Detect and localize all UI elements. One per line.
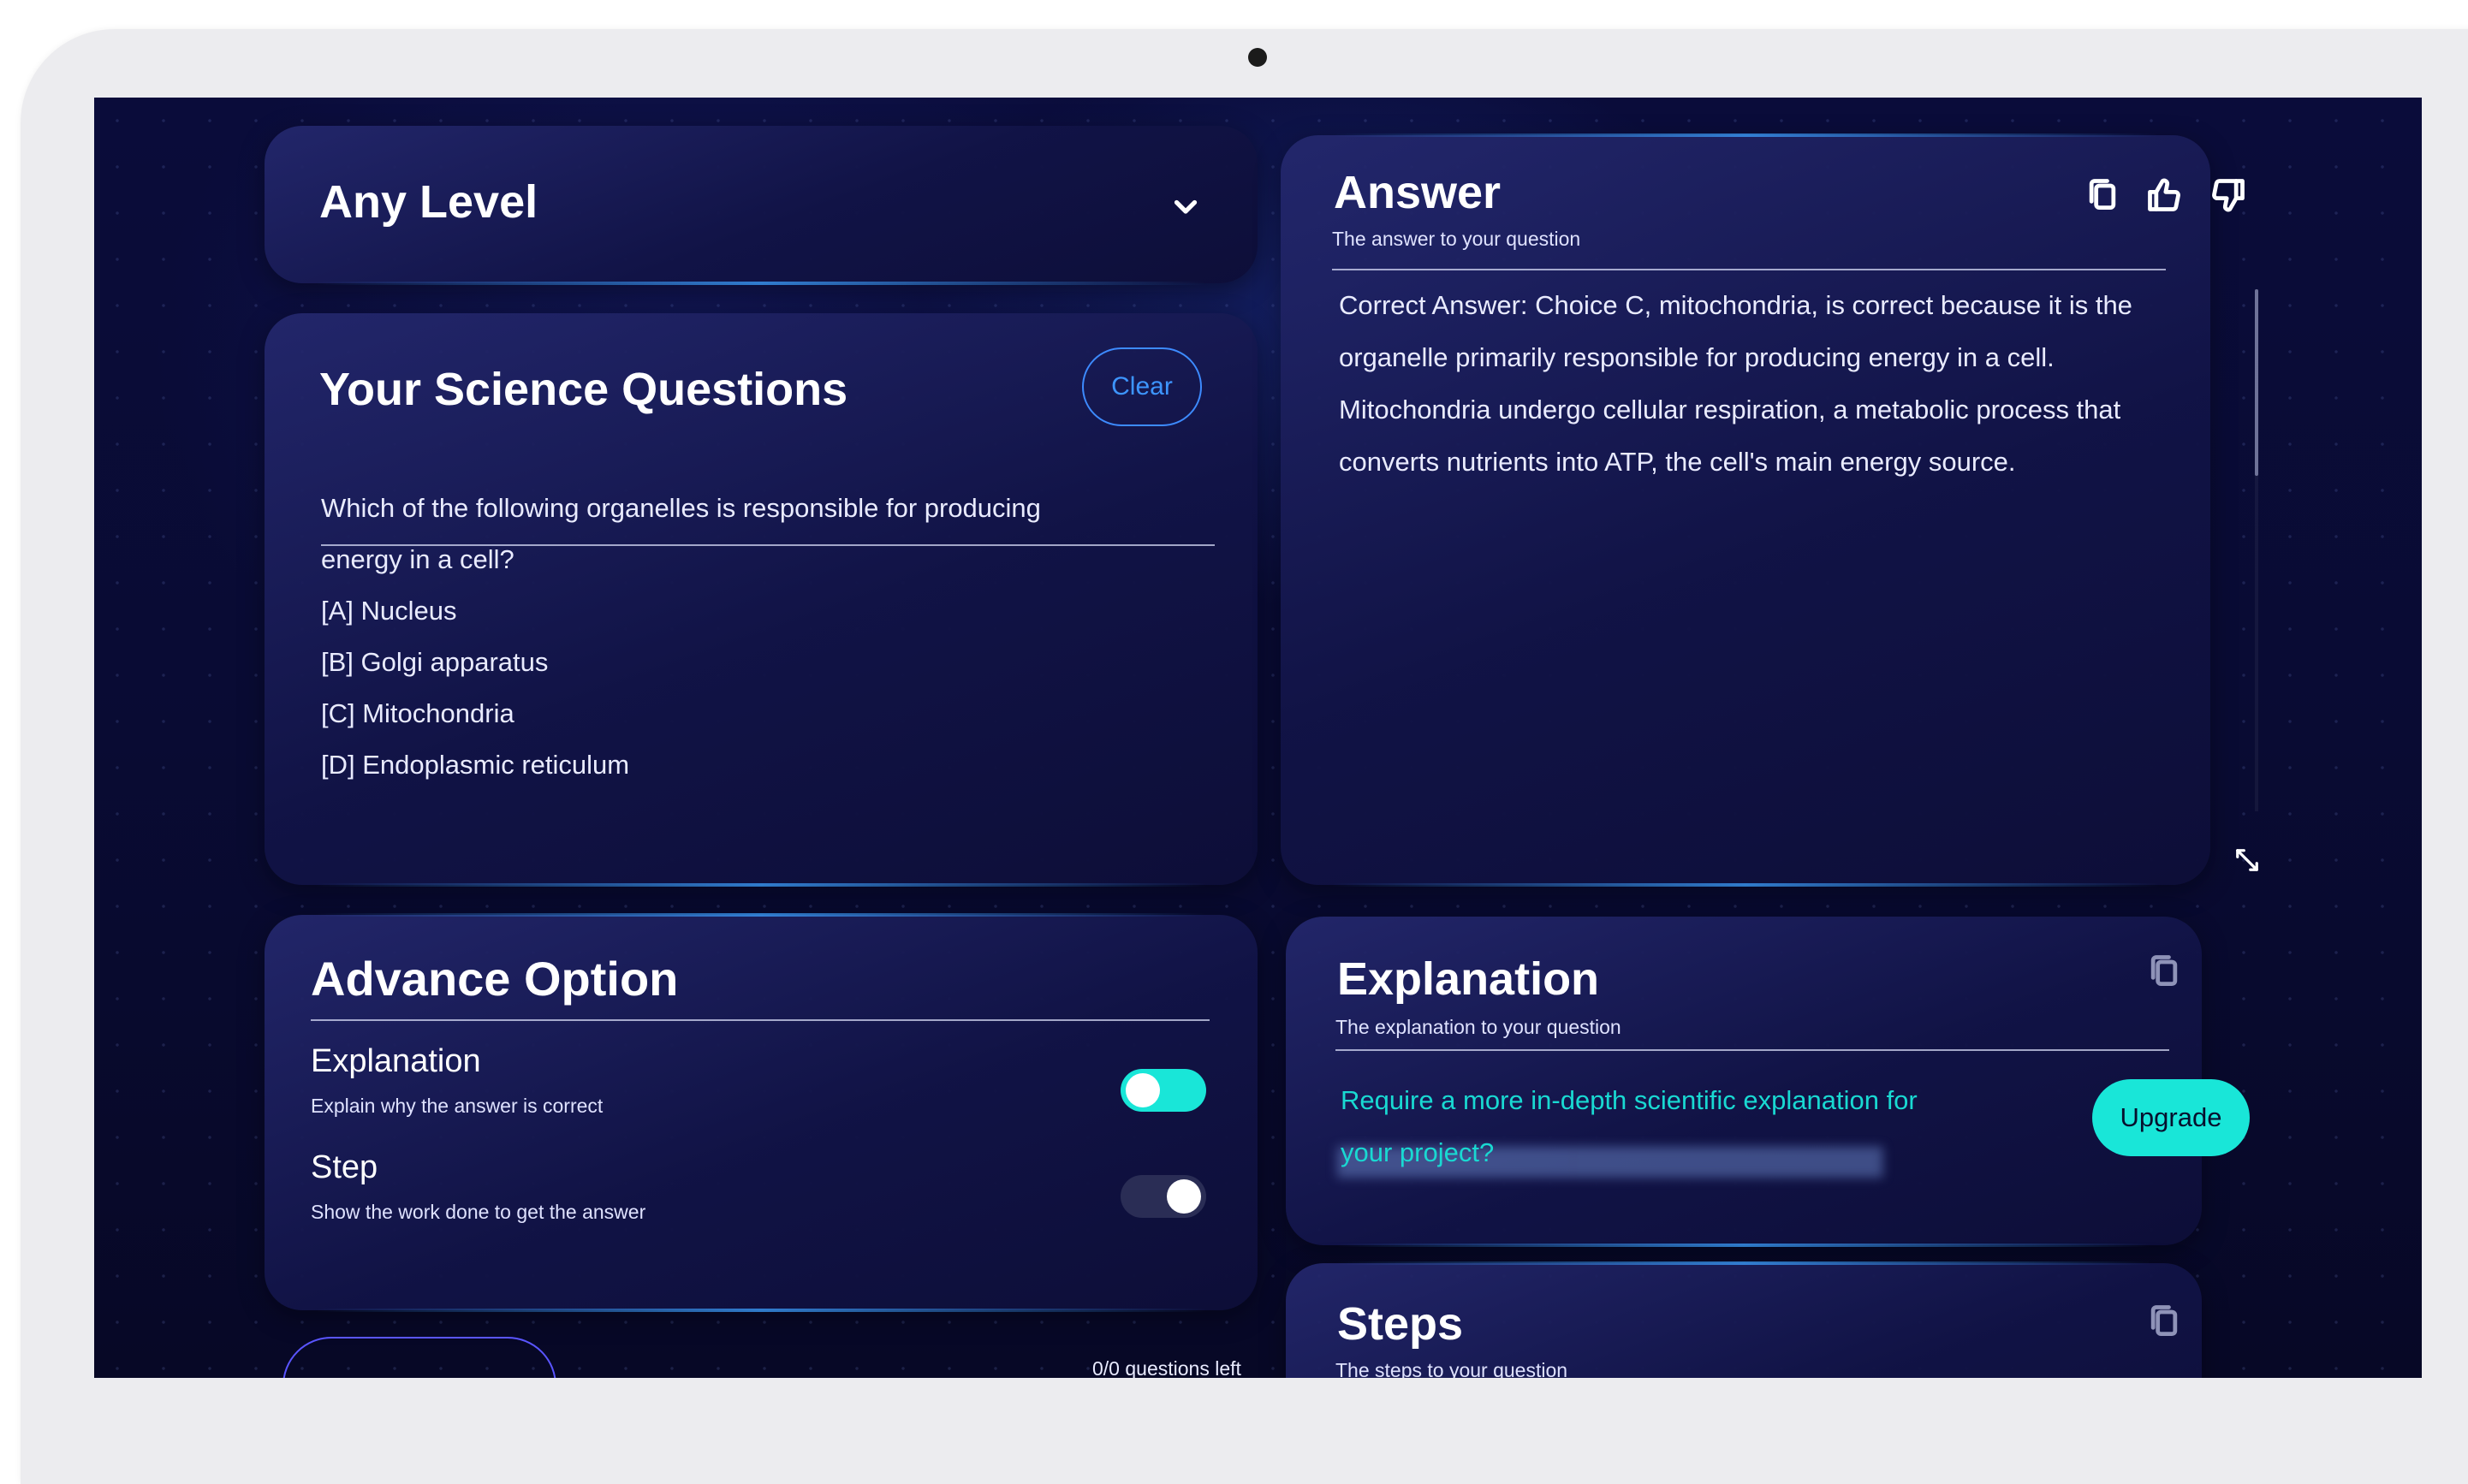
- expand-icon[interactable]: [2234, 847, 2260, 873]
- option-c: [C] Mitochondria: [321, 698, 514, 728]
- explanation-toggle[interactable]: [1121, 1069, 1206, 1112]
- level-dropdown[interactable]: Any Level: [265, 126, 1258, 285]
- level-dropdown-value: Any Level: [319, 176, 538, 228]
- steps-subtitle: The steps to your question: [1335, 1359, 1568, 1378]
- copy-icon[interactable]: [2145, 953, 2183, 990]
- thumbs-down-icon[interactable]: [2209, 176, 2247, 214]
- step-toggle[interactable]: [1121, 1175, 1206, 1218]
- answer-subtitle: The answer to your question: [1332, 228, 1581, 250]
- chevron-down-icon: [1174, 199, 1198, 214]
- advance-option-panel: Advance Option Explanation Explain why t…: [265, 913, 1258, 1312]
- scrollbar-thumb[interactable]: [2255, 289, 2258, 476]
- step-option-label: Step: [311, 1149, 378, 1185]
- toggle-knob: [1126, 1073, 1160, 1107]
- upgrade-button[interactable]: Upgrade: [2092, 1079, 2250, 1156]
- explanation-title: Explanation: [1337, 953, 1600, 1005]
- option-a: [A] Nucleus: [321, 596, 457, 626]
- copy-icon[interactable]: [2084, 176, 2121, 214]
- thumbs-up-icon[interactable]: [2145, 176, 2183, 214]
- camera: [1248, 48, 1267, 67]
- advance-option-title: Advance Option: [311, 952, 679, 1006]
- divider: [1332, 269, 2166, 270]
- clear-button[interactable]: Clear: [1082, 347, 1202, 426]
- divider: [1335, 1049, 2169, 1051]
- steps-title: Steps: [1337, 1298, 1464, 1350]
- app-screen: Any Level Your Science Questions Clear W…: [94, 98, 2422, 1378]
- toggle-knob: [1167, 1179, 1201, 1214]
- answer-text: Correct Answer: Choice C, mitochondria, …: [1339, 290, 2132, 477]
- questions-panel: Your Science Questions Clear Which of th…: [265, 313, 1258, 887]
- answer-title: Answer: [1334, 167, 1502, 218]
- explanation-option-label: Explanation: [311, 1043, 481, 1079]
- explanation-option-description: Explain why the answer is correct: [311, 1095, 604, 1117]
- submit-button[interactable]: [282, 1337, 556, 1378]
- option-b: [B] Golgi apparatus: [321, 647, 549, 677]
- questions-title: Your Science Questions: [319, 364, 848, 415]
- question-text[interactable]: Which of the following organelles is res…: [321, 483, 1091, 585]
- copy-icon[interactable]: [2145, 1303, 2183, 1340]
- divider: [311, 1019, 1210, 1021]
- explanation-subtitle: The explanation to your question: [1335, 1016, 1621, 1038]
- upgrade-prompt: Require a more in-depth scientific expla…: [1341, 1085, 1918, 1167]
- explanation-panel: Explanation The explanation to your ques…: [1286, 917, 2250, 1247]
- step-option-description: Show the work done to get the answer: [311, 1201, 646, 1223]
- questions-left-counter: 0/0 questions left: [1092, 1357, 1241, 1378]
- option-d: [D] Endoplasmic reticulum: [321, 750, 630, 780]
- steps-panel: Steps The steps to your question: [1286, 1261, 2202, 1378]
- answer-panel: Answer The answer to your question Corre…: [1281, 134, 2258, 887]
